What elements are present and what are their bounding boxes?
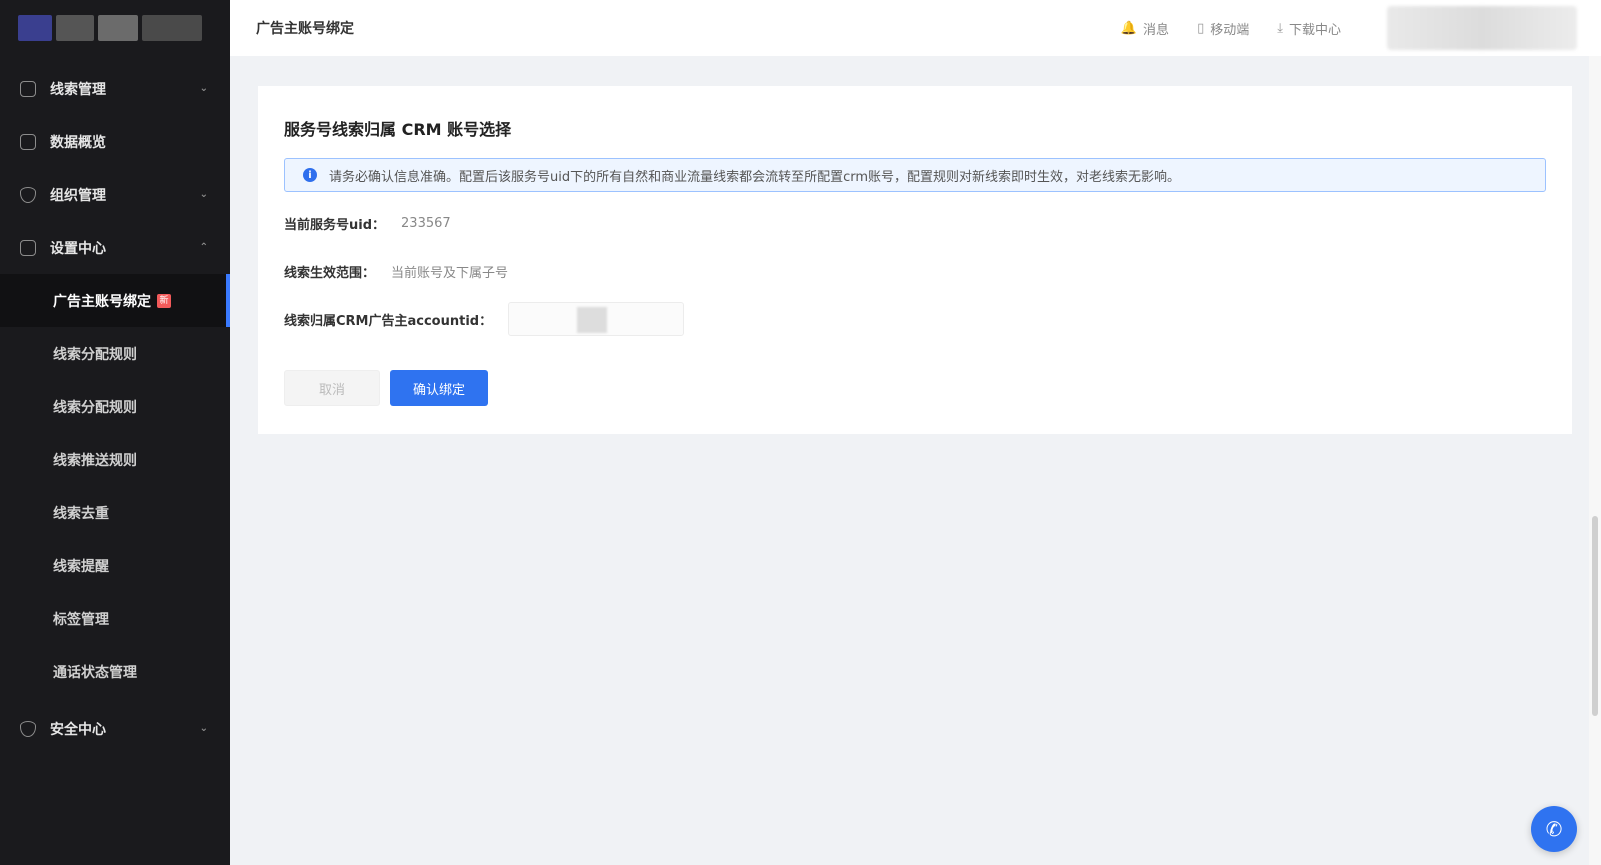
org-icon bbox=[20, 186, 36, 203]
scrollbar-thumb[interactable] bbox=[1592, 516, 1598, 716]
info-alert: i 请务必确认信息准确。配置后该服务号uid下的所有自然和商业流量线索都会流转至… bbox=[284, 158, 1546, 192]
sidebar-item-organization[interactable]: 组织管理 ⌄ bbox=[0, 168, 230, 221]
header-actions: 🔔 消息 ▯ 移动端 ⤓ 下载中心 bbox=[1121, 19, 1341, 38]
top-header: 广告主账号绑定 🔔 消息 ▯ 移动端 ⤓ 下载中心 bbox=[230, 0, 1601, 56]
new-badge: 新 bbox=[157, 293, 171, 308]
scope-value: 当前账号及下属子号 bbox=[391, 266, 509, 281]
sidebar-subitem-reminder[interactable]: 线索提醒 bbox=[0, 539, 230, 592]
account-row: 线索归属CRM广告主accountid： bbox=[284, 302, 685, 336]
account-label: 线索归属CRM广告主accountid： bbox=[284, 313, 493, 329]
sidebar-item-data-overview[interactable]: 数据概览 bbox=[0, 115, 230, 168]
sidebar-item-leads[interactable]: 线索管理 ⌄ bbox=[0, 62, 230, 115]
bell-icon: 🔔 bbox=[1120, 20, 1138, 36]
confirm-bind-button[interactable]: 确认绑定 bbox=[390, 370, 488, 406]
sidebar-subitem-assign-rules-2[interactable]: 线索分配规则 bbox=[0, 380, 230, 433]
mobile-icon: ▯ bbox=[1197, 20, 1205, 36]
user-menu[interactable] bbox=[1387, 6, 1577, 50]
phone-call-button[interactable]: ✆ bbox=[1531, 806, 1577, 852]
page-title: 广告主账号绑定 bbox=[256, 21, 354, 37]
card-title: 服务号线索归属 CRM 账号选择 bbox=[284, 120, 512, 139]
sidebar-item-security[interactable]: 安全中心 ⌄ bbox=[0, 702, 230, 755]
download-icon: ⤓ bbox=[1277, 20, 1283, 36]
shield-icon bbox=[20, 720, 36, 737]
sidebar-item-settings[interactable]: 设置中心 ⌃ bbox=[0, 221, 230, 274]
chart-icon bbox=[20, 133, 36, 150]
scope-label: 线索生效范围： bbox=[284, 266, 376, 281]
sidebar-subitem-push-rules[interactable]: 线索推送规则 bbox=[0, 433, 230, 486]
cancel-button[interactable]: 取消 bbox=[284, 370, 380, 406]
uid-row: 当前服务号uid： 233567 bbox=[284, 214, 451, 233]
alert-text: 请务必确认信息准确。配置后该服务号uid下的所有自然和商业流量线索都会流转至所配… bbox=[329, 169, 1181, 185]
sidebar-subitem-tags[interactable]: 标签管理 bbox=[0, 592, 230, 645]
scrollbar[interactable] bbox=[1589, 56, 1601, 865]
logo bbox=[0, 0, 230, 56]
chevron-up-icon: ⌃ bbox=[199, 242, 208, 253]
chevron-down-icon: ⌄ bbox=[199, 189, 208, 200]
accountid-value-redacted bbox=[577, 307, 608, 333]
sidebar-subitem-assign-rules[interactable]: 线索分配规则 bbox=[0, 327, 230, 380]
leads-icon bbox=[20, 80, 36, 97]
chevron-down-icon: ⌄ bbox=[199, 723, 208, 734]
accountid-input[interactable] bbox=[508, 302, 685, 336]
scope-row: 线索生效范围： 当前账号及下属子号 bbox=[284, 262, 508, 281]
chevron-down-icon: ⌄ bbox=[199, 83, 208, 94]
phone-icon: ✆ bbox=[1545, 817, 1563, 841]
sidebar: 线索管理 ⌄ 数据概览 组织管理 ⌄ 设置中心 ⌃ 广告主账号绑定 新 线索分配… bbox=[0, 0, 230, 865]
sidebar-subitem-call-status[interactable]: 通话状态管理 bbox=[0, 645, 230, 698]
sidebar-subitem-dedupe[interactable]: 线索去重 bbox=[0, 486, 230, 539]
info-icon: i bbox=[303, 168, 317, 182]
settings-icon bbox=[20, 239, 36, 256]
uid-value: 233567 bbox=[401, 216, 451, 231]
messages-link[interactable]: 🔔 消息 bbox=[1121, 19, 1169, 38]
sidebar-nav: 线索管理 ⌄ 数据概览 组织管理 ⌄ 设置中心 ⌃ 广告主账号绑定 新 线索分配… bbox=[0, 62, 230, 755]
binding-card: 服务号线索归属 CRM 账号选择 i 请务必确认信息准确。配置后该服务号uid下… bbox=[258, 86, 1572, 434]
sidebar-subitem-ad-account-binding[interactable]: 广告主账号绑定 新 bbox=[0, 274, 230, 327]
mobile-link[interactable]: ▯ 移动端 bbox=[1197, 19, 1249, 38]
download-center-link[interactable]: ⤓ 下载中心 bbox=[1277, 19, 1341, 38]
uid-label: 当前服务号uid： bbox=[284, 218, 386, 233]
